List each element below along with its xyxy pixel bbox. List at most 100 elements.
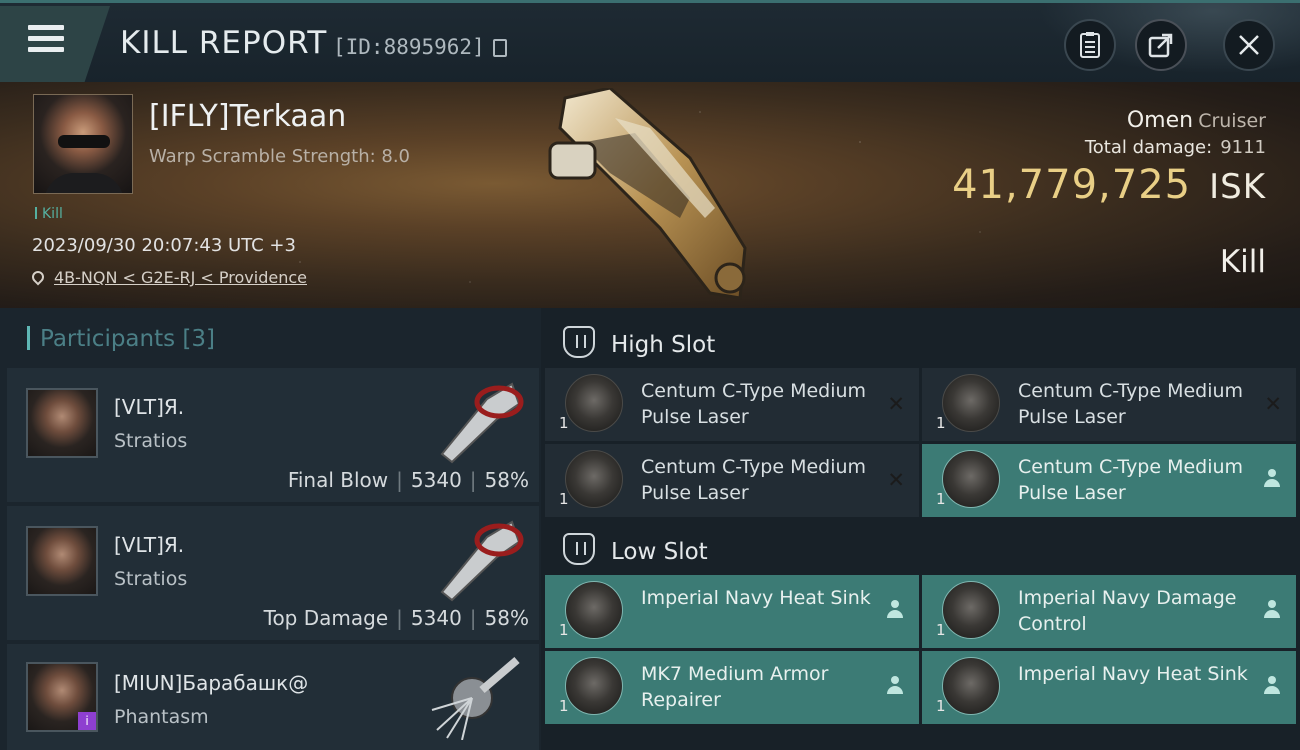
stats-divider: | <box>469 468 477 492</box>
victim-portrait[interactable] <box>33 94 133 194</box>
kill-tag: Kill <box>35 206 63 222</box>
participant-row[interactable]: i [MIUN]Барабашк@ Phantasm <box>7 644 539 750</box>
participant-name: [VLT]Я. <box>114 533 185 557</box>
participant-percent: 58% <box>484 606 529 630</box>
copy-icon[interactable] <box>493 39 507 57</box>
clipboard-button[interactable] <box>1064 19 1116 71</box>
item-quantity: 1 <box>559 414 569 432</box>
person-icon <box>1264 469 1280 487</box>
item-name: Centum C-Type Medium Pulse Laser <box>1018 380 1244 428</box>
item-quantity: 1 <box>936 414 946 432</box>
fitted-item[interactable]: 1 Imperial Navy Heat Sink <box>922 651 1296 724</box>
pulse-laser-icon <box>942 374 1000 432</box>
low-slot-header: Low Slot <box>563 533 708 565</box>
x-icon: ✕ <box>887 468 905 492</box>
stats-divider: | <box>396 468 403 492</box>
kill-timestamp: 2023/09/30 20:07:43 UTC +3 <box>32 235 296 256</box>
location-pin-icon <box>29 268 47 286</box>
participants-panel: Participants [3] [VLT]Я. Stratios Final … <box>0 308 541 750</box>
participant-avatar[interactable]: i <box>26 662 98 732</box>
total-damage-value: 9111 <box>1220 137 1266 158</box>
participants-count: [3] <box>182 326 216 352</box>
person-icon <box>887 600 903 618</box>
victim-summary: [IFLY]Terkaan Warp Scramble Strength: 8.… <box>0 82 1300 308</box>
ship-class: Cruiser <box>1198 110 1266 132</box>
participant-percent: 58% <box>484 468 529 492</box>
item-name: Centum C-Type Medium Pulse Laser <box>1018 456 1244 504</box>
result-label: Kill <box>1219 244 1266 280</box>
stats-divider: | <box>469 606 477 630</box>
participants-header: Participants [3] <box>27 326 215 352</box>
participant-ship-image <box>431 656 520 740</box>
damage-control-icon <box>942 581 1000 639</box>
isk-unit: ISK <box>1209 167 1266 207</box>
victim-name[interactable]: [IFLY]Terkaan <box>149 99 346 134</box>
participant-name: [MIUN]Барабашк@ <box>114 671 309 695</box>
stats-divider: | <box>396 606 403 630</box>
ship-summary: Omen Cruiser Total damage: 9111 41,779,72… <box>952 108 1266 208</box>
item-name: Imperial Navy Heat Sink <box>641 587 871 609</box>
participant-name: [VLT]Я. <box>114 395 185 419</box>
fitted-item[interactable]: 1 Centum C-Type Medium Pulse Laser <box>922 444 1296 517</box>
ship-name[interactable]: Omen <box>1127 108 1193 133</box>
item-quantity: 1 <box>936 621 946 639</box>
participant-avatar[interactable] <box>26 388 98 458</box>
share-icon <box>1148 33 1173 58</box>
item-name: Centum C-Type Medium Pulse Laser <box>641 456 867 504</box>
participant-ship: Stratios <box>114 430 188 452</box>
participant-ship-image <box>440 520 524 602</box>
close-button[interactable] <box>1223 19 1275 71</box>
victim-subtitle: Warp Scramble Strength: 8.0 <box>149 146 411 167</box>
item-name: Imperial Navy Damage Control <box>1018 587 1237 635</box>
participant-role: Final Blow <box>287 468 389 492</box>
fitted-item[interactable]: 1 Imperial Navy Heat Sink <box>545 575 919 648</box>
share-button[interactable] <box>1135 19 1187 71</box>
high-slot-label: High Slot <box>611 332 716 358</box>
victim-ship-image <box>548 88 747 300</box>
participant-row[interactable]: [VLT]Я. Stratios Top Damage | 5340 | 58% <box>7 506 539 640</box>
person-icon <box>1264 600 1280 618</box>
person-icon <box>887 676 903 694</box>
heat-sink-icon <box>565 581 623 639</box>
armor-repairer-icon <box>565 657 623 715</box>
participant-ship-image <box>440 382 524 464</box>
participants-label: Participants <box>40 326 176 352</box>
location-link[interactable]: 4B-NQN < G2E-RJ < Providence <box>54 268 307 287</box>
top-bar: KILL REPORT [ID:8895962] <box>0 0 1300 85</box>
participant-ship: Stratios <box>114 568 188 590</box>
participant-damage: 5340 <box>410 606 462 630</box>
participant-damage: 5340 <box>410 468 462 492</box>
high-slot-header: High Slot <box>563 326 715 358</box>
shield-slot-icon <box>563 533 595 565</box>
low-slot-label: Low Slot <box>611 539 708 565</box>
person-icon <box>1264 676 1280 694</box>
fitted-item[interactable]: 1 MK7 Medium Armor Repairer <box>545 651 919 724</box>
participant-stats: Final Blow | 5340 | 58% <box>288 468 529 492</box>
heat-sink-icon <box>942 657 1000 715</box>
kill-location[interactable]: 4B-NQN < G2E-RJ < Providence <box>29 268 307 287</box>
fitted-item[interactable]: 1 Centum C-Type Medium Pulse Laser ✕ <box>922 368 1296 441</box>
x-icon: ✕ <box>1264 392 1282 416</box>
fitted-item[interactable]: 1 Centum C-Type Medium Pulse Laser ✕ <box>545 444 919 517</box>
participant-avatar[interactable] <box>26 526 98 596</box>
item-quantity: 1 <box>559 697 569 715</box>
close-icon <box>1239 35 1259 55</box>
total-damage-label: Total damage: <box>1084 137 1213 158</box>
item-quantity: 1 <box>936 490 946 508</box>
fitted-item[interactable]: 1 Imperial Navy Damage Control <box>922 575 1296 648</box>
participant-ship: Phantasm <box>114 706 209 728</box>
item-name: MK7 Medium Armor Repairer <box>641 663 829 711</box>
menu-icon[interactable] <box>28 25 64 59</box>
participant-row[interactable]: [VLT]Я. Stratios Final Blow | 5340 | 58% <box>7 368 539 502</box>
fitting-panel: High Slot 1 Centum C-Type Medium Pulse L… <box>541 308 1300 750</box>
participant-stats: Top Damage | 5340 | 58% <box>264 606 529 630</box>
item-quantity: 1 <box>559 621 569 639</box>
info-badge[interactable]: i <box>78 712 96 730</box>
shield-slot-icon <box>563 326 595 358</box>
item-name: Imperial Navy Heat Sink <box>1018 663 1248 685</box>
pulse-laser-icon <box>942 450 1000 508</box>
isk-value: 41,779,725 <box>952 162 1192 208</box>
report-id: [ID:8895962] <box>333 35 485 59</box>
clipboard-icon <box>1080 32 1100 58</box>
fitted-item[interactable]: 1 Centum C-Type Medium Pulse Laser ✕ <box>545 368 919 441</box>
